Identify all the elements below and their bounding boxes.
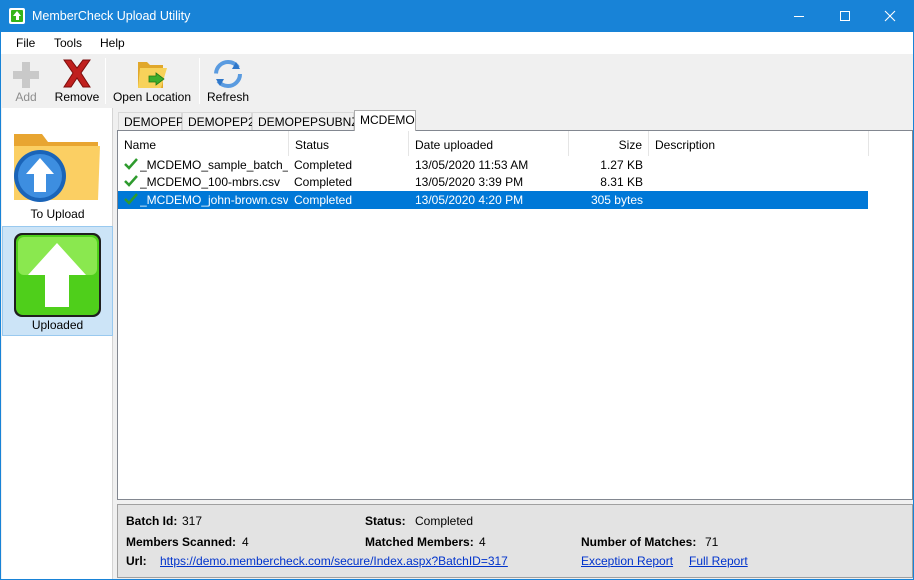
file-name: _MCDEMO_100-mbrs.csv (140, 175, 281, 189)
checkmark-icon (124, 158, 138, 170)
file-size: 305 bytes (590, 193, 643, 207)
file-size: 8.31 KB (600, 175, 643, 189)
sidebar: To Upload Uploaded (2, 108, 113, 579)
column-header-date[interactable]: Date uploaded (409, 131, 569, 156)
app-window: MemberCheck Upload Utility File Tools He… (0, 0, 914, 580)
app-upload-icon (9, 8, 25, 24)
menu-help[interactable]: Help (100, 36, 125, 50)
matched-members-value: 4 (479, 535, 486, 549)
batch-id-value: 317 (182, 514, 203, 528)
to-upload-label: To Upload (30, 207, 85, 221)
add-label: Add (15, 90, 37, 104)
toolbar-separator (199, 58, 200, 104)
toolbar: Add Remove Open Location Refresh (1, 54, 913, 108)
remove-button[interactable]: Remove (51, 56, 103, 106)
file-name: _MCDEMO_john-brown.csv (140, 193, 288, 207)
refresh-icon (214, 60, 242, 88)
upload-arrow-icon (14, 233, 101, 317)
open-location-label: Open Location (112, 90, 192, 104)
add-button[interactable]: Add (7, 56, 45, 106)
refresh-label: Refresh (206, 90, 250, 104)
close-button[interactable] (867, 1, 913, 32)
refresh-button[interactable]: Refresh (205, 56, 251, 106)
checkmark-icon (124, 175, 138, 187)
full-report-link[interactable]: Full Report (689, 554, 748, 568)
maximize-icon (840, 11, 850, 21)
number-of-matches-label: Number of Matches: (581, 535, 697, 549)
close-icon (884, 10, 896, 22)
file-name: _MCDEMO_sample_batch_f... (140, 158, 288, 172)
menu-file[interactable]: File (16, 36, 35, 50)
title-bar[interactable]: MemberCheck Upload Utility (1, 1, 913, 32)
file-date: 13/05/2020 11:53 AM (415, 158, 529, 172)
list-header: Name Status Date uploaded Size Descripti… (118, 131, 912, 156)
toolbar-separator (105, 58, 106, 104)
matched-members-label: Matched Members: (365, 535, 474, 549)
members-scanned-label: Members Scanned: (126, 535, 237, 549)
uploaded-files-list[interactable]: Name Status Date uploaded Size Descripti… (117, 130, 913, 500)
menu-bar: File Tools Help (1, 32, 913, 54)
tab-demopep[interactable]: DEMOPEP (118, 112, 184, 130)
exception-report-link[interactable]: Exception Report (581, 554, 673, 568)
maximize-button[interactable] (822, 1, 868, 32)
column-header-status[interactable]: Status (289, 131, 409, 156)
column-header-description[interactable]: Description (649, 131, 869, 156)
number-of-matches-value: 71 (705, 535, 719, 549)
batch-url-link[interactable]: https://demo.membercheck.com/secure/Inde… (160, 554, 508, 568)
tab-mcdemo[interactable]: MCDEMO (354, 110, 416, 131)
remove-label: Remove (54, 90, 100, 104)
file-status: Completed (294, 175, 353, 189)
url-label: Url: (126, 554, 147, 568)
file-size: 1.27 KB (600, 158, 643, 172)
folder-open-icon (138, 62, 167, 88)
batch-id-label: Batch Id: (126, 514, 178, 528)
tab-demopepsubnz[interactable]: DEMOPEPSUBNZ (252, 112, 359, 130)
file-status: Completed (294, 158, 353, 172)
table-row[interactable]: _MCDEMO_sample_batch_f... Completed 13/0… (118, 156, 868, 174)
file-status: Completed (294, 193, 353, 207)
table-row-selected[interactable]: _MCDEMO_john-brown.csv Completed 13/05/2… (118, 191, 868, 209)
folder-upload-icon (14, 134, 100, 202)
status-label: Status: (365, 514, 406, 528)
window-title: MemberCheck Upload Utility (32, 9, 191, 23)
open-location-button[interactable]: Open Location (111, 56, 193, 106)
tab-demopep2[interactable]: DEMOPEP2 (182, 112, 255, 130)
table-row[interactable]: _MCDEMO_100-mbrs.csv Completed 13/05/202… (118, 173, 868, 191)
checkmark-icon (124, 193, 138, 205)
sidebar-item-uploaded[interactable]: Uploaded (2, 226, 113, 336)
remove-x-icon (63, 59, 91, 88)
add-icon (13, 62, 39, 88)
menu-tools[interactable]: Tools (54, 36, 82, 50)
minimize-icon (794, 16, 804, 17)
file-date: 13/05/2020 4:20 PM (415, 193, 524, 207)
file-date: 13/05/2020 3:39 PM (415, 175, 524, 189)
sidebar-item-to-upload[interactable]: To Upload (2, 114, 113, 224)
batch-details-panel: Batch Id: 317 Status: Completed Members … (117, 504, 913, 578)
column-header-size[interactable]: Size (569, 131, 649, 156)
minimize-button[interactable] (776, 1, 822, 32)
status-value: Completed (415, 514, 474, 528)
uploaded-label: Uploaded (31, 318, 84, 332)
column-header-name[interactable]: Name (118, 131, 289, 156)
members-scanned-value: 4 (242, 535, 249, 549)
